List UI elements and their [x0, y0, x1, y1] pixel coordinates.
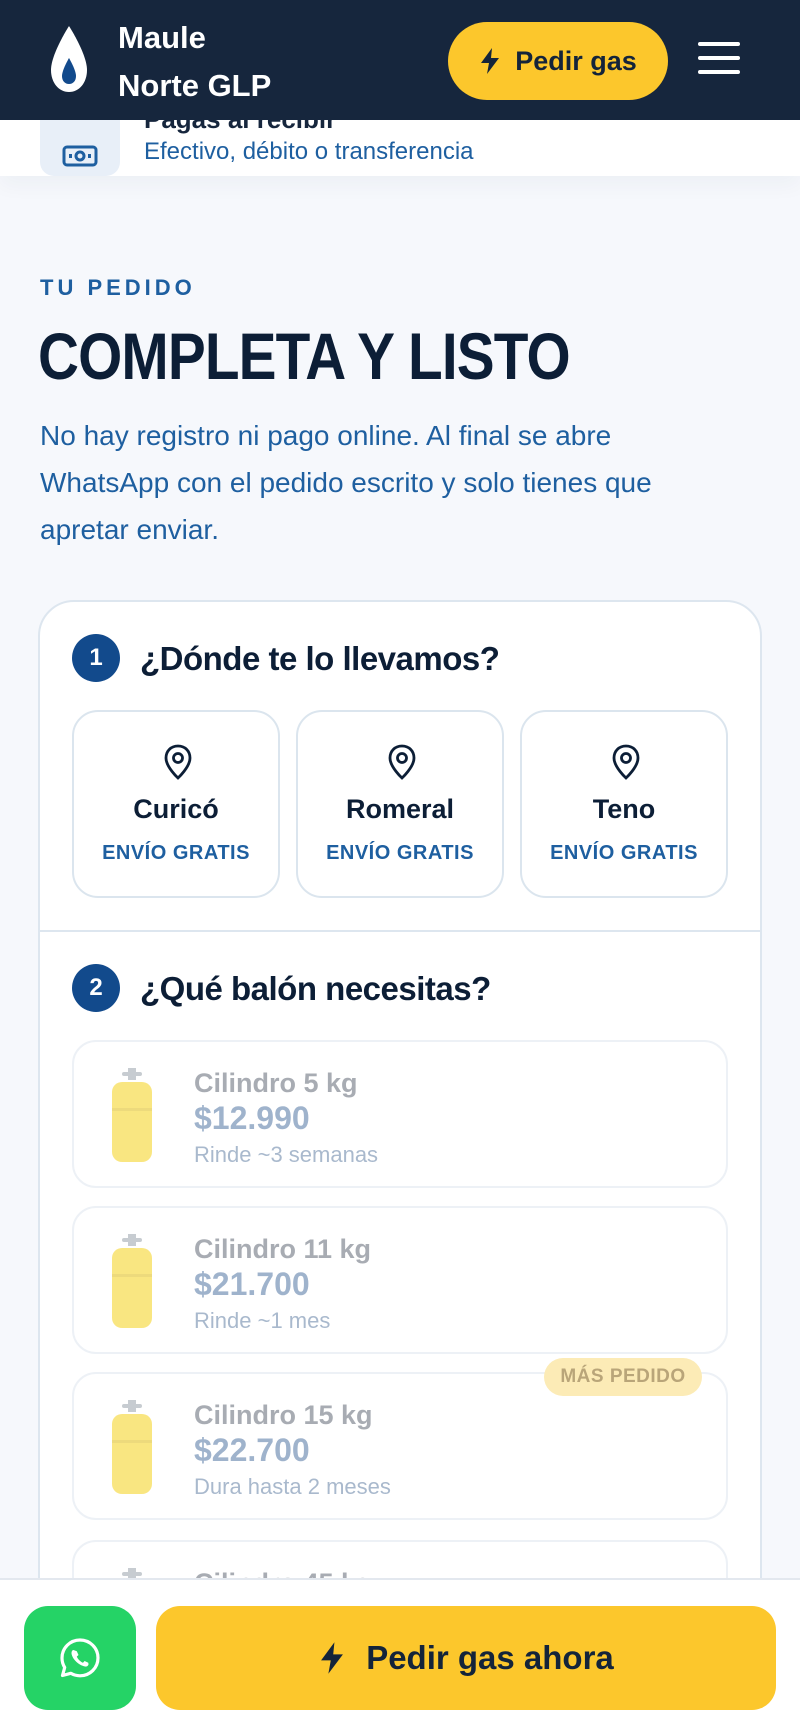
product-price: $21.700	[194, 1266, 310, 1302]
product-name: Cilindro 5 kg	[194, 1068, 358, 1098]
map-pin-icon	[164, 744, 192, 780]
location-option-curico[interactable]: Curicó ENVÍO GRATIS	[72, 710, 280, 898]
payment-subtitle: Efectivo, débito o transferencia	[144, 138, 474, 165]
step-1-title: ¿Dónde te lo llevamos?	[140, 640, 500, 677]
product-name: Cilindro 11 kg	[194, 1234, 372, 1264]
step-1-number: 1	[72, 634, 120, 682]
header-order-label: Pedir gas	[515, 45, 637, 76]
location-name: Curicó	[133, 794, 219, 824]
whatsapp-icon	[60, 1638, 100, 1678]
brand-name[interactable]: Maule Norte GLP	[118, 14, 271, 110]
product-note: Rinde ~3 semanas	[194, 1142, 379, 1167]
product-note: Rinde ~1 mes	[194, 1308, 331, 1333]
whatsapp-button[interactable]	[24, 1606, 136, 1710]
map-pin-icon	[388, 744, 416, 780]
section-title: COMPLETA Y LISTO	[38, 319, 571, 393]
gas-cylinder-icon	[112, 1068, 152, 1162]
brand-line-2: Norte GLP	[118, 68, 272, 103]
section-intro: No hay registro ni pago online. Al final…	[40, 420, 652, 545]
order-now-button[interactable]: Pedir gas ahora	[156, 1606, 776, 1710]
lightning-icon	[481, 48, 500, 74]
order-now-label: Pedir gas ahora	[366, 1639, 614, 1676]
product-name: Cilindro 15 kg	[194, 1400, 373, 1430]
sticky-bottom-bar: Pedir gas ahora	[0, 1578, 800, 1732]
location-option-romeral[interactable]: Romeral ENVÍO GRATIS	[296, 710, 504, 898]
gas-drop-icon[interactable]	[48, 24, 90, 96]
step-2-title: ¿Qué balón necesitas?	[140, 970, 491, 1007]
product-option-5kg[interactable]: Cilindro 5 kg $12.990 Rinde ~3 semanas	[72, 1040, 728, 1188]
map-pin-icon	[612, 744, 640, 780]
location-name: Teno	[592, 794, 656, 824]
hamburger-icon[interactable]	[698, 42, 742, 74]
location-option-teno[interactable]: Teno ENVÍO GRATIS	[520, 710, 728, 898]
lightning-icon	[321, 1642, 344, 1674]
location-name: Romeral	[345, 794, 455, 824]
location-shipping-note: ENVÍO GRATIS	[102, 842, 250, 864]
cash-icon	[62, 145, 98, 167]
step-divider	[40, 930, 760, 932]
location-shipping-note: ENVÍO GRATIS	[550, 842, 698, 864]
product-option-11kg[interactable]: Cilindro 11 kg $21.700 Rinde ~1 mes	[72, 1206, 728, 1354]
section-eyebrow: TU PEDIDO	[40, 275, 196, 300]
gas-cylinder-icon	[112, 1234, 152, 1328]
site-header: Maule Norte GLP Pedir gas	[0, 0, 800, 120]
most-ordered-badge: MÁS PEDIDO	[544, 1358, 702, 1396]
step-2-number: 2	[72, 964, 120, 1012]
product-price: $12.990	[194, 1100, 310, 1136]
product-note: Dura hasta 2 meses	[194, 1474, 391, 1499]
product-price: $22.700	[194, 1432, 310, 1468]
gas-cylinder-icon	[112, 1400, 152, 1494]
header-order-button[interactable]: Pedir gas	[448, 22, 668, 100]
location-shipping-note: ENVÍO GRATIS	[326, 842, 474, 864]
brand-line-1: Maule	[118, 20, 206, 55]
